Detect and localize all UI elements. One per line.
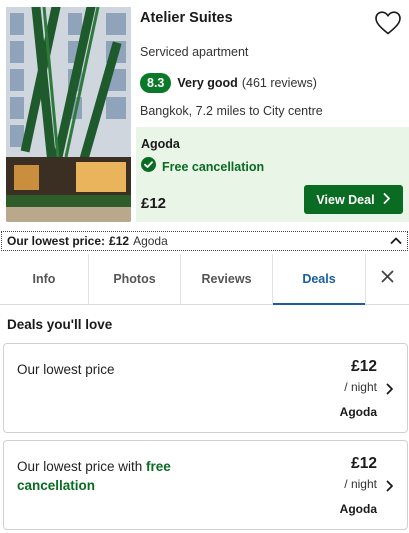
lowest-price-label: Our lowest price: [7,234,106,248]
close-icon [381,270,394,288]
view-deal-button[interactable]: View Deal [304,185,403,214]
deal-price-unit: / night [344,380,377,394]
property-type: Serviced apartment [140,45,249,59]
tab-photos[interactable]: Photos [89,254,181,304]
offer-panel[interactable]: Agoda Free cancellation £12 View Deal [136,127,409,222]
free-cancellation: Free cancellation [141,157,265,177]
tab-reviews[interactable]: Reviews [181,254,273,304]
deal-title-text: Our lowest price [17,362,115,377]
deal-title: Our lowest price with free cancellation [17,457,217,495]
review-count[interactable]: (461 reviews) [242,76,317,90]
rating-row: 8.3 Very good (461 reviews) [140,73,317,93]
hotel-result-page: Atelier Suites Serviced apartment 8.3 Ve… [0,0,409,533]
hotel-name[interactable]: Atelier Suites [140,10,233,26]
deals-heading: Deals you'll love [7,317,113,332]
lowest-price-provider: Agoda [133,234,168,248]
check-circle-icon [141,157,162,177]
close-button[interactable] [366,254,409,304]
favorite-button[interactable] [374,10,402,36]
deal-provider: Agoda [339,502,377,516]
deal-card[interactable]: Our lowest price with free cancellation … [3,440,408,530]
rating-label: Very good [177,76,238,90]
hotel-photo[interactable] [6,7,131,222]
deal-title-text: Our lowest price with [17,459,147,474]
offer-price: £12 [141,195,167,212]
provider-name: Agoda [141,137,180,151]
lowest-price-strip[interactable]: Our lowest price: £12 Agoda [1,231,408,251]
tab-info[interactable]: Info [0,254,89,304]
free-cancellation-label: Free cancellation [162,160,265,174]
rating-badge: 8.3 [140,73,172,93]
hotel-location: Bangkok, 7.2 miles to City centre [140,104,323,118]
deal-price-unit: / night [344,477,377,491]
deal-price: £12 [351,358,377,375]
detail-tabs: Info Photos Reviews Deals [0,254,409,305]
tab-deals[interactable]: Deals [273,254,366,305]
deal-price: £12 [351,455,377,472]
heart-outline-icon [374,11,402,40]
deal-title: Our lowest price [17,360,217,379]
deal-card[interactable]: Our lowest price £12 / night Agoda [3,343,408,433]
deal-provider: Agoda [339,405,377,419]
chevron-right-icon [375,192,391,207]
lowest-price-value: £12 [109,234,130,248]
view-deal-label: View Deal [316,192,375,207]
